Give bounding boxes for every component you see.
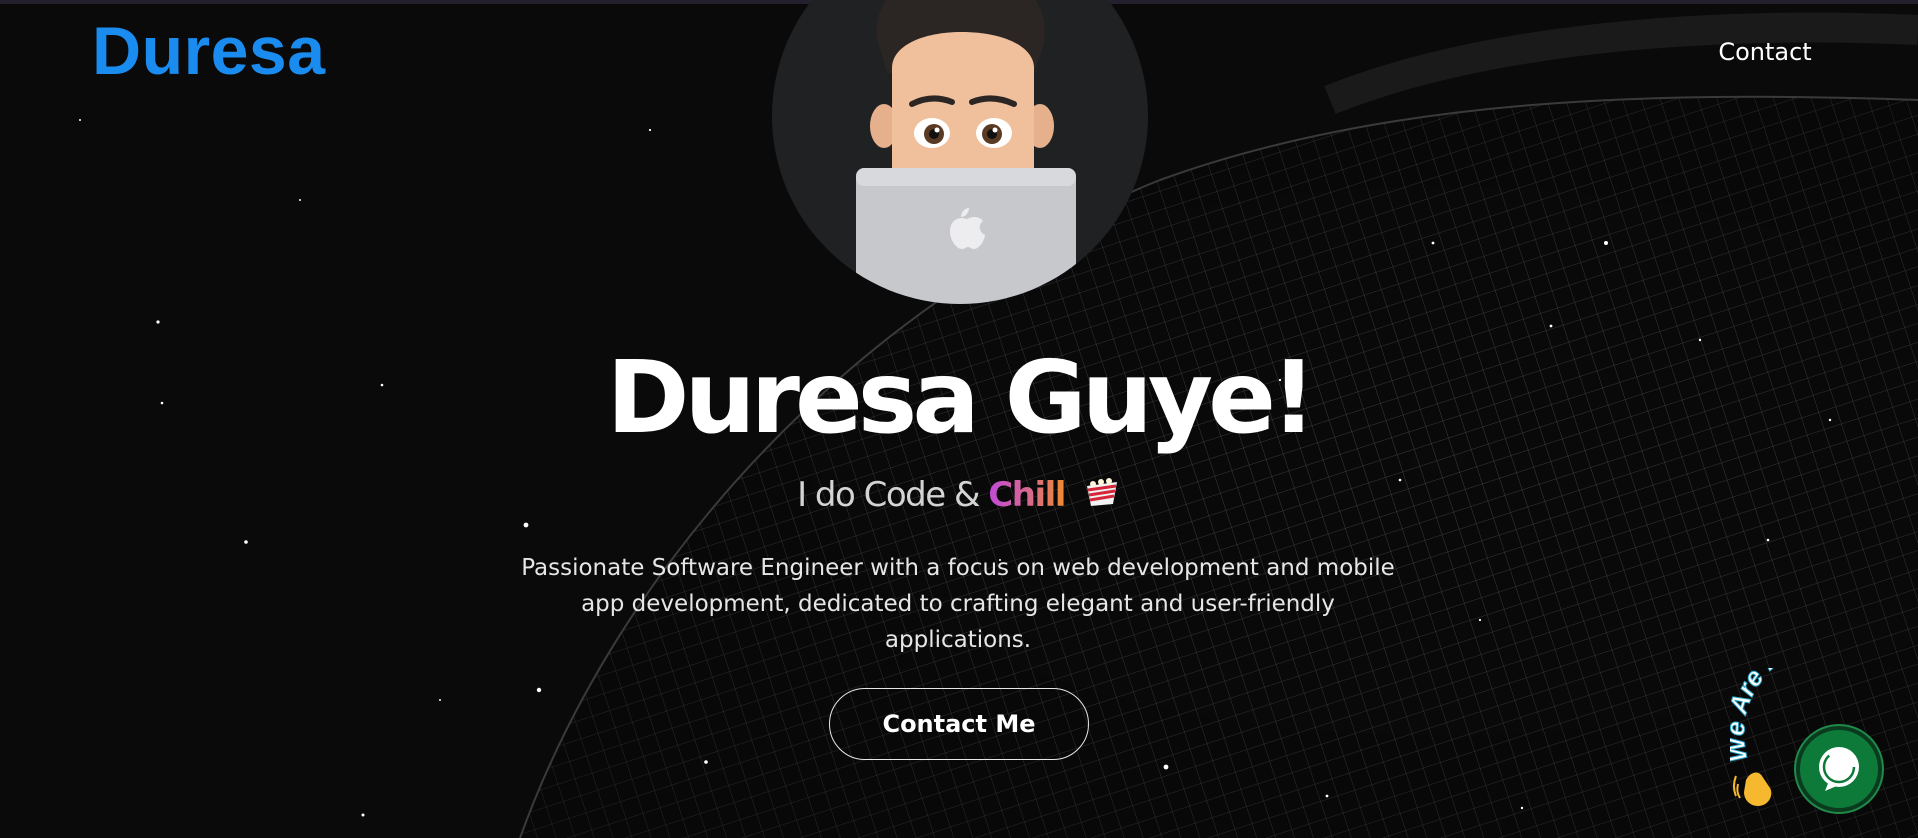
- brand-logo[interactable]: Duresa: [92, 10, 326, 92]
- chat-bubble-icon: [1819, 747, 1859, 791]
- popcorn-icon: [1083, 472, 1121, 522]
- hero-tagline: I do Code & Chill: [0, 470, 1918, 522]
- waving-hand-icon: [1733, 772, 1772, 806]
- hero-description: Passionate Software Engineer with a focu…: [521, 555, 1395, 653]
- chat-open-button[interactable]: [1796, 726, 1882, 812]
- tagline-highlight: Chill: [988, 475, 1066, 515]
- nav-contact-link[interactable]: Contact: [1710, 34, 1820, 70]
- contact-me-button[interactable]: Contact Me: [829, 688, 1089, 760]
- hero-name-heading: Duresa Guye!: [606, 339, 1316, 456]
- tagline-prefix: I do Code &: [797, 475, 989, 515]
